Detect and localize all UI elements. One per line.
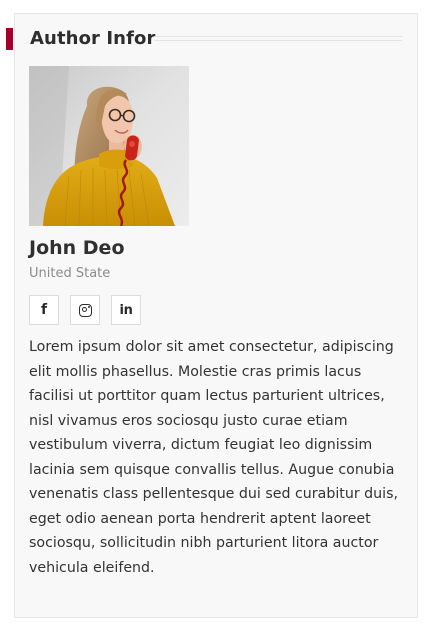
linkedin-link[interactable]: in xyxy=(111,295,141,325)
facebook-icon: f xyxy=(40,302,48,318)
instagram-link[interactable] xyxy=(70,295,100,325)
author-location: United State xyxy=(29,266,111,281)
author-photo xyxy=(29,66,189,226)
linkedin-icon: in xyxy=(119,302,133,318)
title-divider xyxy=(154,36,402,41)
facebook-link[interactable]: f xyxy=(29,295,59,325)
author-name: John Deo xyxy=(29,237,125,259)
instagram-icon xyxy=(78,303,92,317)
title-accent-bar xyxy=(6,28,13,50)
author-bio: Lorem ipsum dolor sit amet consectetur, … xyxy=(29,339,399,576)
widget-title: Author Infor xyxy=(30,28,156,49)
social-links: f in xyxy=(29,295,141,325)
